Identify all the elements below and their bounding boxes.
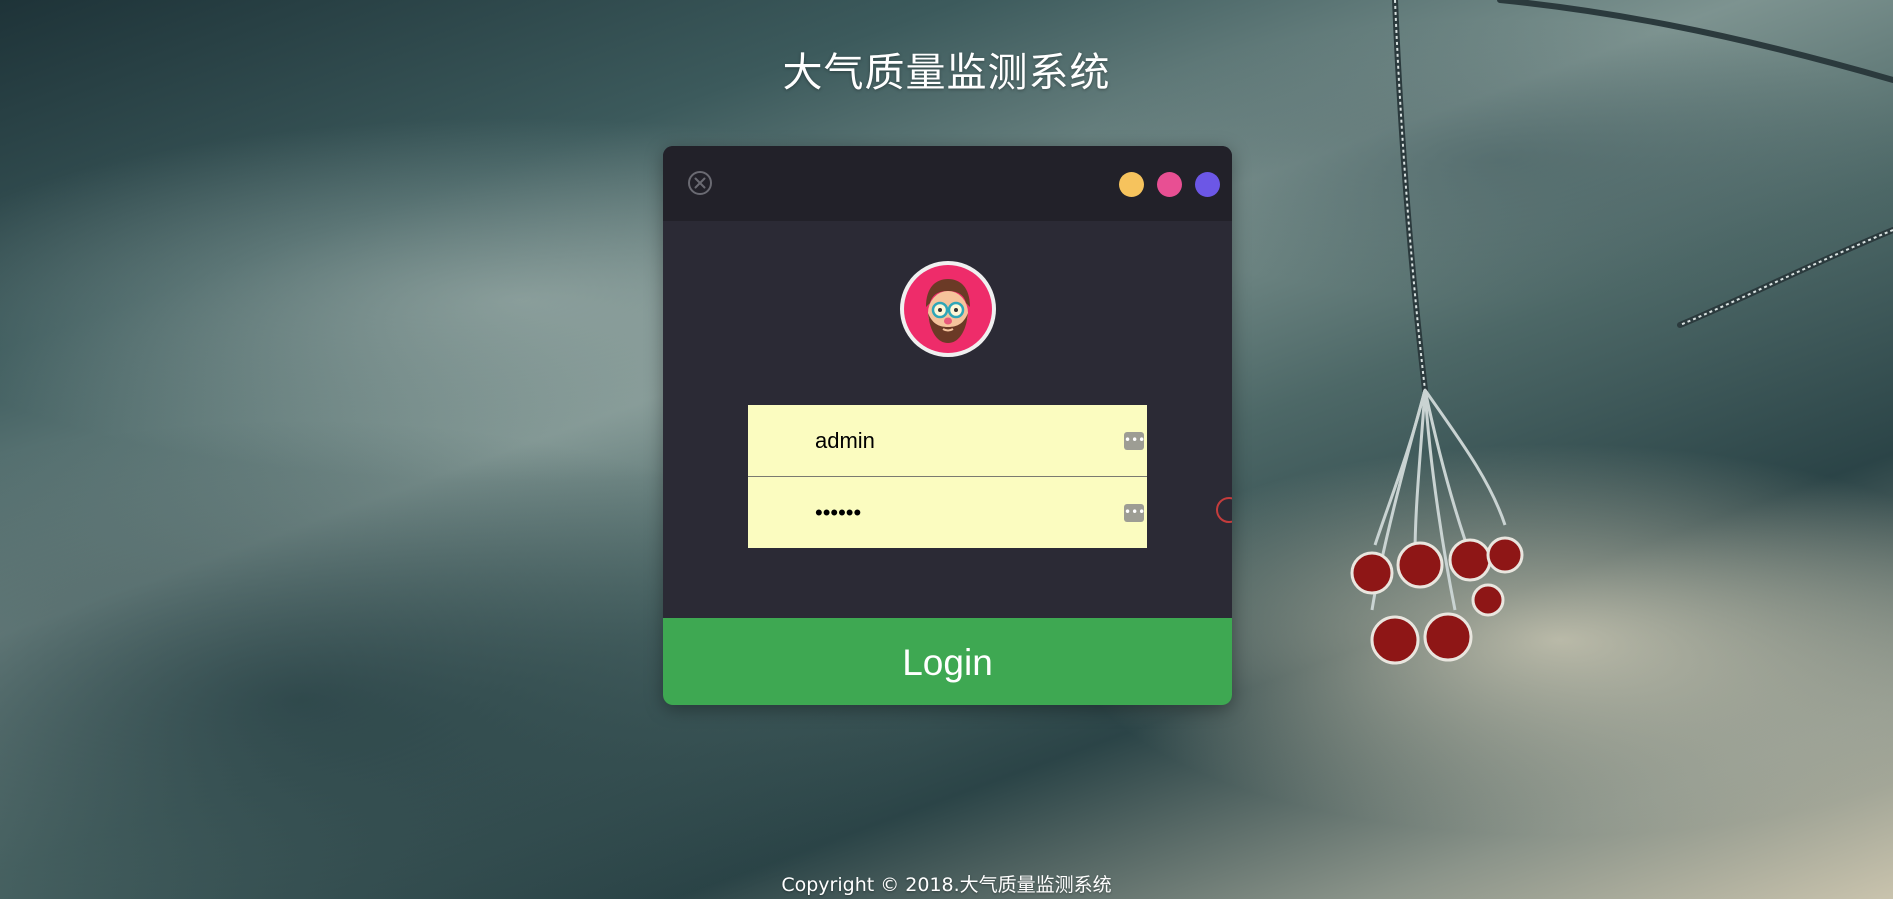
password-field-row: •••: [748, 476, 1147, 548]
page-title: 大气质量监测系统: [782, 50, 1111, 96]
side-ring-indicator: [1216, 497, 1232, 523]
window-controls: [1119, 172, 1220, 197]
bearded-man-with-glasses-avatar: [904, 265, 992, 353]
more-dots-icon[interactable]: •••: [1124, 504, 1145, 522]
yellow-dot[interactable]: [1119, 172, 1144, 197]
avatar: [900, 261, 996, 357]
footer-copyright: Copyright © 2018.大气质量监测系统: [781, 874, 1112, 896]
pink-dot[interactable]: [1157, 172, 1182, 197]
password-input[interactable]: [748, 477, 1147, 548]
more-dots-icon[interactable]: •••: [1124, 432, 1145, 450]
login-button[interactable]: Login: [663, 618, 1232, 705]
username-input[interactable]: [748, 405, 1147, 476]
login-window: ••• ••• Login: [663, 146, 1232, 705]
close-circle-icon[interactable]: [687, 170, 713, 196]
window-titlebar: [663, 146, 1232, 221]
login-form: ••• •••: [748, 405, 1147, 548]
username-field-row: •••: [748, 405, 1147, 476]
purple-dot[interactable]: [1195, 172, 1220, 197]
